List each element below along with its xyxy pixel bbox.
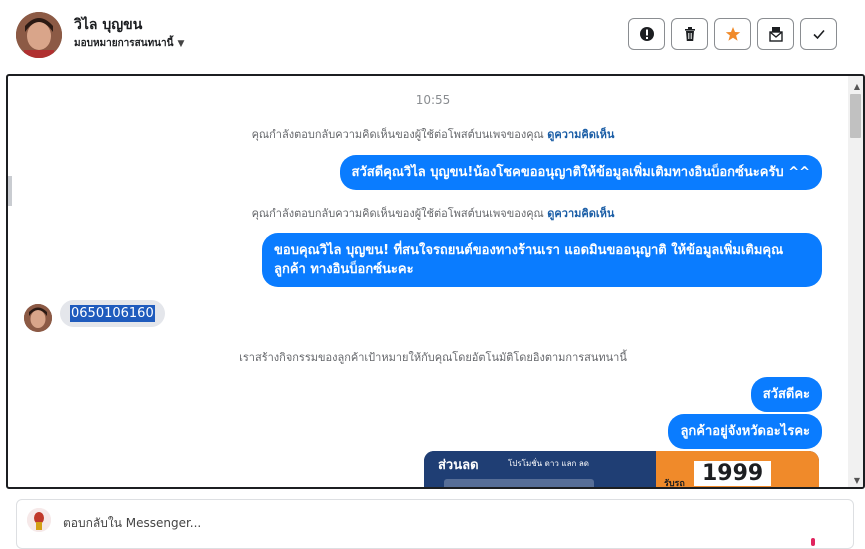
system-message-text: คุณกำลังตอบกลับความคิดเห็นของผู้ใช้ต่อโพ…	[251, 128, 544, 141]
outgoing-message[interactable]: ลูกค้าอยู่จังหวัดอะไรคะ	[668, 414, 822, 449]
message-thread[interactable]: 10:55 คุณกำลังตอบกลับความคิดเห็นของผู้ใช…	[6, 74, 865, 489]
mark-unread-button[interactable]	[757, 18, 794, 50]
system-message-text: คุณกำลังตอบกลับความคิดเห็นของผู้ใช้ต่อโพ…	[251, 207, 544, 220]
view-comment-link[interactable]: ดูความคิดเห็น	[547, 207, 614, 220]
incoming-message[interactable]: 0650106160	[60, 300, 165, 327]
promo-headline: ส่วนลด	[438, 458, 479, 473]
view-comment-link[interactable]: ดูความคิดเห็น	[547, 128, 614, 141]
report-button[interactable]	[628, 18, 665, 50]
system-message: คุณกำลังตอบกลับความคิดเห็นของผู้ใช้ต่อโพ…	[8, 125, 858, 143]
delete-button[interactable]	[671, 18, 708, 50]
trash-icon	[684, 27, 695, 41]
promo-right-label: รับรถ	[664, 479, 685, 489]
star-button[interactable]	[714, 18, 751, 50]
assign-label: มอบหมายการสนทนานี้	[74, 38, 174, 49]
alert-icon	[639, 27, 654, 41]
promo-price: 1999	[694, 461, 772, 486]
mark-done-button[interactable]	[800, 18, 837, 50]
page-avatar	[27, 508, 51, 532]
customer-avatar-small[interactable]	[24, 304, 52, 332]
incoming-message-text: 0650106160	[70, 305, 155, 322]
message-timestamp: 10:55	[415, 93, 451, 107]
promo-subline: โปรโมชั่น ดาว แลก ลด	[508, 459, 589, 468]
scroll-down-icon[interactable]: ▼	[854, 476, 860, 485]
assign-conversation-dropdown[interactable]: มอบหมายการสนทนานี้ ▼	[74, 36, 184, 51]
outgoing-message[interactable]: สวัสดีคุณวิไล บุญขน!น้องโชคขออนุญาติให้ข…	[339, 155, 822, 190]
outgoing-message[interactable]: ขอบคุณวิไล บุญขน! ที่สนใจรถยนต์ของทางร้า…	[262, 233, 822, 287]
system-message: คุณกำลังตอบกลับความคิดเห็นของผู้ใช้ต่อโพ…	[8, 204, 858, 222]
mark-unread-icon	[768, 27, 783, 42]
check-icon	[812, 29, 825, 40]
outgoing-message[interactable]: สวัสดีคะ	[750, 377, 822, 412]
thread-edge-marker	[8, 176, 12, 206]
customer-avatar[interactable]	[16, 12, 62, 58]
notification-dot	[811, 538, 815, 546]
scroll-up-icon[interactable]: ▲	[854, 82, 860, 91]
header-actions	[628, 18, 837, 50]
system-message: เราสร้างกิจกรรมของลูกค้าเป้าหมายให้กับคุ…	[8, 348, 858, 366]
system-message-text: เราสร้างกิจกรรมของลูกค้าเป้าหมายให้กับคุ…	[239, 351, 627, 364]
reply-input[interactable]: ตอบกลับใน Messenger...	[63, 514, 201, 533]
caret-down-icon: ▼	[177, 38, 185, 49]
thread-scrollbar[interactable]: ▲ ▼	[848, 76, 863, 487]
reply-composer[interactable]: ตอบกลับใน Messenger...	[16, 499, 854, 549]
star-icon	[725, 27, 740, 41]
conversation-header: วิไล บุญขน มอบหมายการสนทนานี้ ▼	[0, 0, 865, 72]
promo-image-message[interactable]: ส่วนลด โปรโมชั่น ดาว แลก ลด รับรถ 1999	[424, 451, 819, 489]
customer-name: วิไล บุญขน	[74, 17, 143, 33]
scrollbar-thumb[interactable]	[850, 94, 861, 138]
